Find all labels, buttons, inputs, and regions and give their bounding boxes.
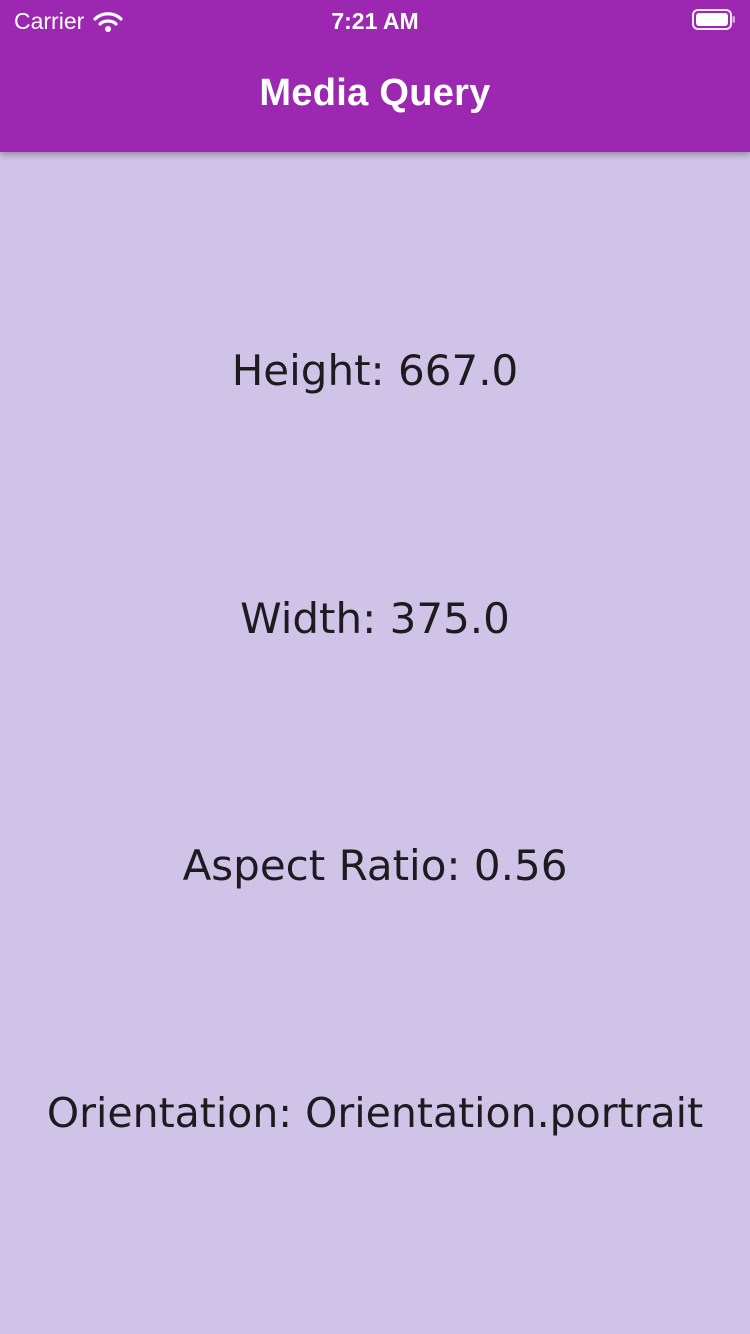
height-text: Height: 667.0 [231, 346, 519, 395]
app-screen: Carrier 7:21 AM Media Query Height: 667.… [0, 0, 750, 1334]
battery-icon [692, 9, 735, 30]
app-bar-title: Media Query [259, 72, 491, 114]
orientation-text: Orientation: Orientation.portrait [46, 1089, 704, 1137]
status-bar: Carrier 7:21 AM [0, 0, 750, 40]
status-time: 7:21 AM [331, 8, 419, 34]
app-bar: Carrier 7:21 AM Media Query [0, 0, 750, 152]
width-text: Width: 375.0 [240, 594, 510, 643]
aspect-ratio-text: Aspect Ratio: 0.56 [182, 841, 568, 890]
